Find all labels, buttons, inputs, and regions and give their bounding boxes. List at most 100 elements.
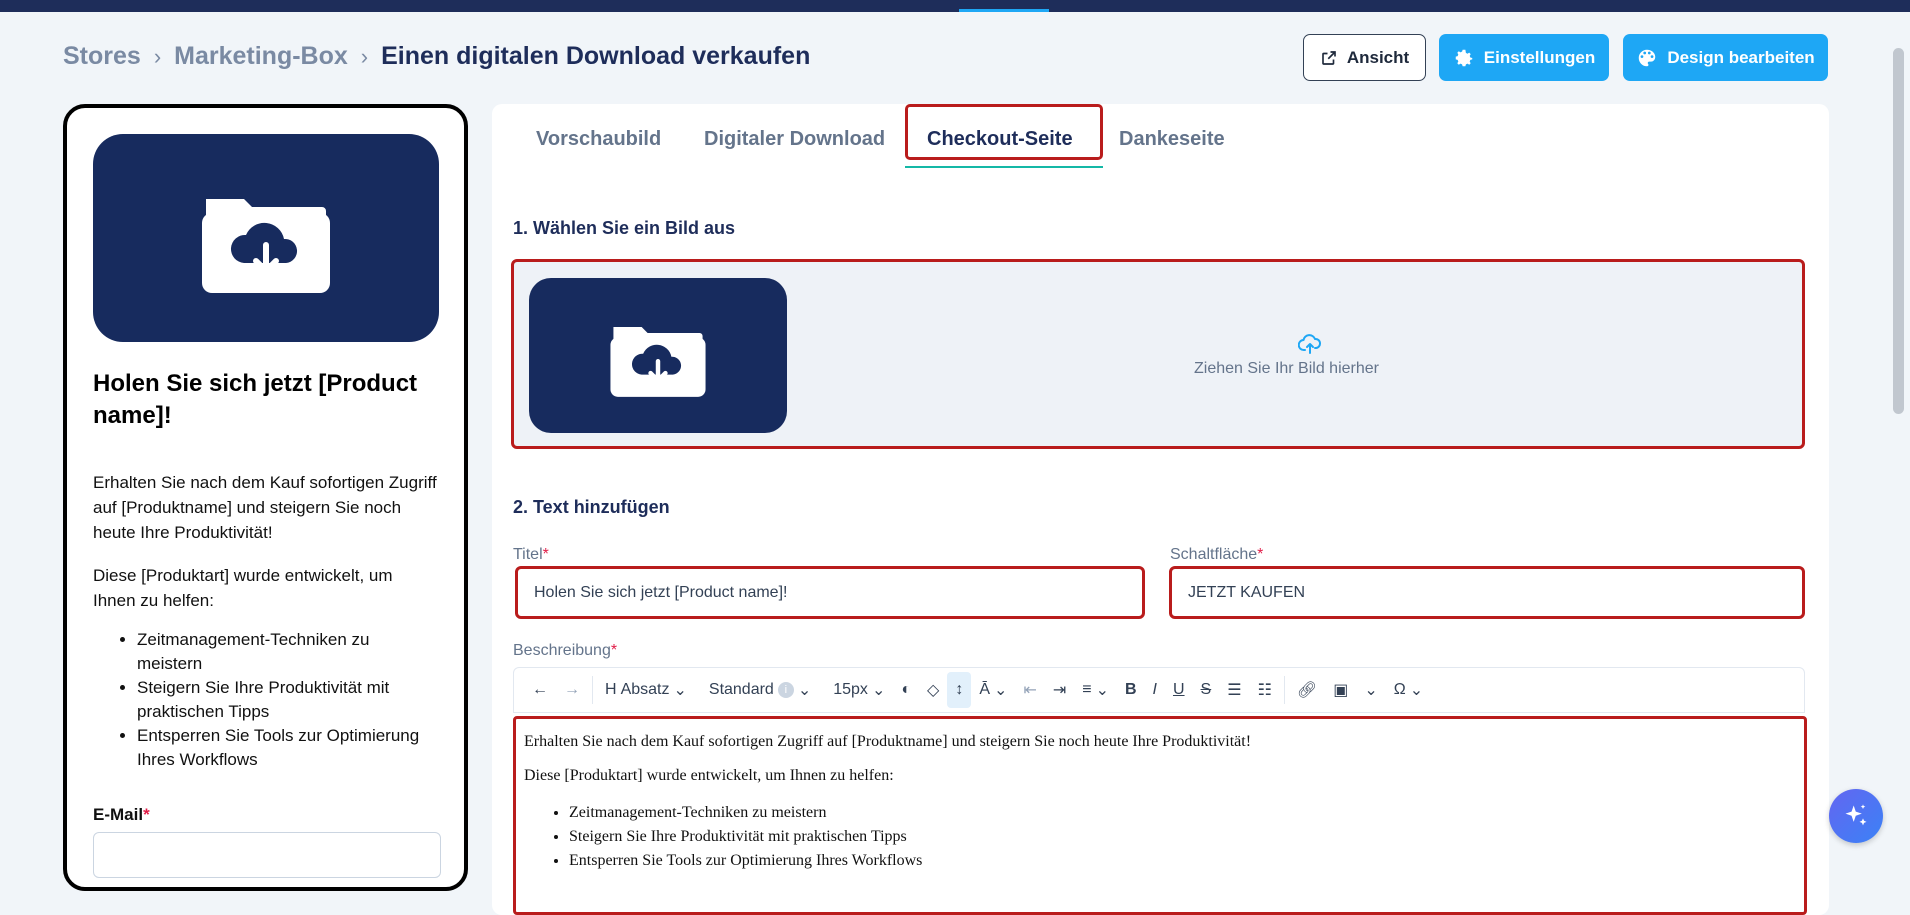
ai-assistant-button[interactable] <box>1829 789 1883 843</box>
arrow-left-icon: ← <box>532 681 548 698</box>
tab-preview-image[interactable]: Vorschaubild <box>536 128 661 151</box>
bullet-list-icon: ☰ <box>1227 682 1242 699</box>
align-dropdown[interactable]: ≡ ⌄ <box>1074 672 1117 708</box>
undo-button[interactable]: ← <box>524 672 556 708</box>
settings-button[interactable]: Einstellungen <box>1439 34 1609 81</box>
description-list: Zeitmanagement-Techniken zu meistern Ste… <box>524 801 1796 873</box>
edit-design-button[interactable]: Design bearbeiten <box>1623 34 1828 81</box>
palette-icon <box>1639 49 1656 66</box>
edit-design-button-label: Design bearbeiten <box>1667 47 1815 67</box>
indent-button[interactable]: ⇥ <box>1045 672 1074 708</box>
line-height-button[interactable]: ↕ <box>947 672 972 708</box>
heading-dropdown[interactable]: H Absatz ⌄ <box>597 672 695 708</box>
list-item: Zeitmanagement-Techniken zu meistern <box>569 801 1796 825</box>
dropzone-text: Ziehen Sie Ihr Bild hierher <box>1194 360 1379 377</box>
underline-icon: U <box>1172 681 1185 698</box>
list-item: Entsperren Sie Tools zur Optimierung Ihr… <box>569 849 1796 873</box>
chevron-down-icon: ⌄ <box>1409 682 1424 699</box>
list-item: Steigern Sie Ihre Produktivität mit prak… <box>137 676 437 724</box>
numbered-list-button[interactable]: ☷ <box>1250 672 1280 708</box>
selected-image-thumbnail[interactable] <box>529 278 787 433</box>
page-title: Einen digitalen Download verkaufen <box>381 42 811 70</box>
bold-button[interactable]: B <box>1117 672 1145 708</box>
underline-button[interactable]: U <box>1165 672 1193 708</box>
description-paragraph-1: Erhalten Sie nach dem Kauf sofortigen Zu… <box>524 733 1252 750</box>
indent-icon: ⇥ <box>1052 682 1067 699</box>
line-height-icon: ↕ <box>955 681 964 698</box>
folder-cloud-download-icon <box>610 326 706 397</box>
bold-icon: B <box>1124 681 1137 698</box>
image-dropzone[interactable]: Ziehen Sie Ihr Bild hierher <box>511 259 1805 449</box>
preview-paragraph-2: Diese [Produktart] wurde entwickelt, um … <box>93 566 393 610</box>
tab-digital-download[interactable]: Digitaler Download <box>704 128 885 151</box>
breadcrumb-stores[interactable]: Stores <box>63 42 141 71</box>
settings-button-label: Einstellungen <box>1483 47 1596 67</box>
image-button[interactable]: ▣ <box>1325 672 1356 708</box>
font-dropdown[interactable]: Standard i ⌄ <box>701 672 819 708</box>
special-characters-dropdown[interactable]: Ω ⌄ <box>1386 672 1431 708</box>
palette-icon: ◐ <box>901 681 912 698</box>
description-editor[interactable]: Erhalten Sie nach dem Kauf sofortigen Zu… <box>513 716 1807 915</box>
bullet-list-button[interactable]: ☰ <box>1219 672 1249 708</box>
preview-product-image <box>93 134 439 342</box>
tab-checkout-page[interactable]: Checkout-Seite <box>927 128 1073 151</box>
section-text-heading: 2. Text hinzufügen <box>513 497 670 517</box>
title-input[interactable]: Holen Sie sich jetzt [Product name]! <box>515 566 1145 619</box>
checkout-preview-panel: Holen Sie sich jetzt [Product name]! Erh… <box>63 104 468 891</box>
insert-dropdown[interactable]: ⌄ <box>1356 672 1385 708</box>
info-icon: i <box>777 682 794 698</box>
chevron-down-icon: ⌄ <box>994 682 1008 699</box>
numbered-list-icon: ☷ <box>1257 682 1272 699</box>
external-link-icon <box>1322 50 1336 65</box>
omega-icon: Ω <box>1393 681 1406 698</box>
button-label: Schaltfläche* <box>1170 546 1264 563</box>
italic-button[interactable]: I <box>1145 672 1165 708</box>
chevron-right-icon: › <box>153 43 162 69</box>
chevron-right-icon: › <box>360 43 369 69</box>
rich-text-toolbar: ← → H Absatz ⌄ Standard i ⌄ 15px ⌄ ◐ ◇ ↕ Ā ⌄ ⇤… <box>513 667 1805 713</box>
redo-button[interactable]: → <box>556 672 588 708</box>
section-image-heading: 1. Wählen Sie ein Bild aus <box>513 218 736 238</box>
toolbar-divider <box>592 676 593 704</box>
link-icon: 🔗︎ <box>1296 682 1318 699</box>
link-button[interactable]: 🔗︎ <box>1289 672 1325 708</box>
toolbar-divider <box>1283 676 1285 704</box>
chevron-down-icon: ⌄ <box>871 682 886 699</box>
active-tab-underline <box>905 166 1103 168</box>
title-label: Titel* <box>513 546 549 563</box>
view-button[interactable]: Ansicht <box>1303 34 1426 81</box>
top-bar <box>0 0 1910 12</box>
gear-icon <box>1455 49 1473 66</box>
paint-bucket-icon: ◇ <box>927 682 940 699</box>
text-format-icon: Ā <box>979 681 990 698</box>
view-button-label: Ansicht <box>1346 47 1410 67</box>
list-item: Steigern Sie Ihre Produktivität mit prak… <box>569 825 1796 849</box>
top-bar-active-indicator <box>959 9 1049 12</box>
image-icon: ▣ <box>1333 682 1349 699</box>
list-item: Entsperren Sie Tools zur Optimierung Ihr… <box>137 724 437 772</box>
breadcrumb: Stores › Marketing-Box › Einen digitalen… <box>63 42 810 71</box>
align-left-icon: ≡ <box>1082 681 1092 698</box>
highlight-color-button[interactable]: ◇ <box>919 672 947 708</box>
preview-email-label: E-Mail* <box>93 805 150 824</box>
preview-title: Holen Sie sich jetzt [Product name]! <box>93 370 418 429</box>
preview-email-input[interactable] <box>93 832 441 878</box>
cloud-upload-icon <box>1298 334 1322 354</box>
button-text-input[interactable]: JETZT KAUFEN <box>1169 566 1805 619</box>
description-label: Beschreibung* <box>513 642 618 659</box>
strikethrough-button[interactable]: S <box>1193 672 1220 708</box>
breadcrumb-marketing-box[interactable]: Marketing-Box <box>174 42 348 71</box>
text-color-button[interactable]: ◐ <box>893 672 919 708</box>
sparkles-icon <box>1845 804 1867 826</box>
page-scrollbar[interactable] <box>1893 48 1904 414</box>
font-size-dropdown[interactable]: 15px ⌄ <box>825 672 893 708</box>
chevron-down-icon: ⌄ <box>673 682 687 699</box>
arrow-right-icon: → <box>564 681 580 698</box>
description-paragraph-2: Diese [Produktart] wurde entwickelt, um … <box>524 767 894 784</box>
chevron-down-icon: ⌄ <box>1364 682 1378 699</box>
text-style-dropdown[interactable]: Ā ⌄ <box>971 672 1015 708</box>
tab-thank-you-page[interactable]: Dankeseite <box>1119 128 1225 151</box>
italic-icon: I <box>1152 681 1157 698</box>
chevron-down-icon: ⌄ <box>1095 682 1109 699</box>
outdent-button[interactable]: ⇤ <box>1015 672 1044 708</box>
